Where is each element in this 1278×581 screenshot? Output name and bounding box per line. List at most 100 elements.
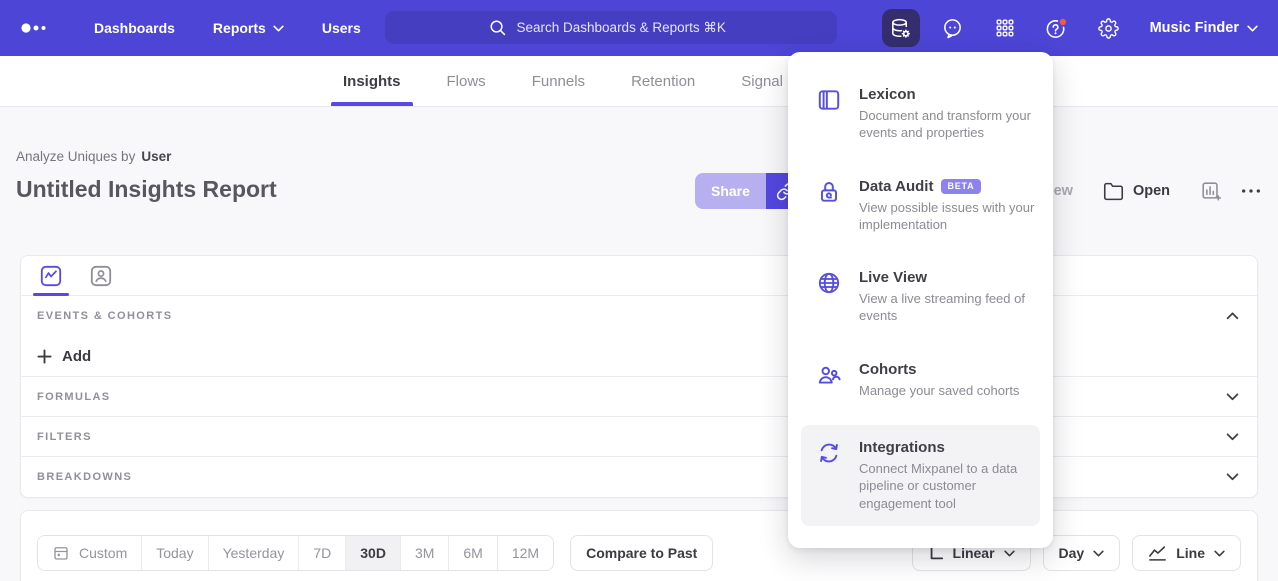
data-management-popover: Lexicon Document and transform your even… [788,52,1053,548]
popover-item-cohorts[interactable]: Cohorts Manage your saved cohorts [788,351,1053,409]
header-icon-group [1200,180,1262,202]
popover-item-title: Data Audit [859,178,933,195]
open-label: Open [1133,183,1170,199]
top-navbar: Dashboards Reports Users [0,0,1278,56]
popover-item-title: Cohorts [859,361,917,378]
range-30d[interactable]: 30D [345,536,400,570]
nav-links: Dashboards Reports Users [94,20,361,36]
section-formulas[interactable]: FORMULAS [21,377,1257,417]
popover-item-description: View possible issues with your implement… [859,199,1039,234]
help-button[interactable] [1038,9,1076,47]
range-label: Custom [79,545,127,561]
chart-view-icon [39,264,63,288]
navbar-actions: Music Finder [882,0,1258,56]
report-actions: New Open [1043,173,1262,209]
range-today[interactable]: Today [141,536,207,570]
section-label: BREAKDOWNS [37,471,132,483]
integrations-icon [816,439,842,466]
events-view-tab[interactable] [37,263,65,289]
subtitle-prefix: Analyze Uniques by [16,149,135,164]
share-button[interactable]: Share [695,173,766,209]
chevron-down-icon [1093,550,1104,557]
line-chart-icon [1148,545,1167,562]
data-audit-icon [816,178,842,205]
nav-link-users[interactable]: Users [322,20,361,36]
popover-item-description: View a live streaming feed of events [859,290,1039,325]
section-label: FILTERS [37,431,92,443]
chevron-down-icon [1226,433,1239,441]
add-label: Add [62,348,91,365]
nav-link-dashboards[interactable]: Dashboards [94,20,175,36]
tab-retention[interactable]: Retention [631,56,695,106]
range-custom[interactable]: Custom [38,536,141,570]
popover-item-integrations[interactable]: Integrations Connect Mixpanel to a data … [801,425,1040,526]
range-12m[interactable]: 12M [497,536,553,570]
users-view-tab[interactable] [87,263,115,289]
search-input[interactable] [517,20,735,35]
tab-insights[interactable]: Insights [343,56,401,106]
popover-item-data-audit[interactable]: Data Audit BETA View possible issues with… [788,168,1053,244]
popover-item-text: Integrations Connect Mixpanel to a data … [859,439,1026,512]
lexicon-icon [816,86,842,113]
feedback-button[interactable] [934,9,972,47]
range-7d[interactable]: 7D [298,536,345,570]
nav-link-label: Users [322,20,361,36]
section-label: EVENTS & COHORTS [37,310,172,322]
range-6m[interactable]: 6M [448,536,496,570]
range-yesterday[interactable]: Yesterday [208,536,299,570]
tab-funnels[interactable]: Funnels [532,56,585,106]
nav-link-reports[interactable]: Reports [213,20,284,36]
popover-item-text: Cohorts Manage your saved cohorts [859,361,1019,399]
settings-button[interactable] [1090,9,1128,47]
popover-item-text: Data Audit BETA View possible issues with… [859,178,1039,234]
popover-item-text: Live View View a live streaming feed of … [859,269,1039,325]
section-breakdowns[interactable]: BREAKDOWNS [21,457,1257,497]
global-search[interactable] [385,11,837,44]
add-event-button[interactable]: Add [37,348,91,365]
apps-grid-button[interactable] [986,9,1024,47]
report-subtitle: Analyze Uniques by User [16,149,171,164]
more-options-icon[interactable] [1240,187,1262,195]
chart-type-dropdown[interactable]: Line [1132,535,1241,571]
folder-icon [1103,181,1124,202]
nav-link-label: Reports [213,20,266,36]
popover-item-live-view[interactable]: Live View View a live streaming feed of … [788,259,1053,335]
date-range-bar: Custom Today Yesterday 7D 30D 3M 6M 12M … [20,510,1258,581]
interval-dropdown[interactable]: Day [1043,535,1121,571]
apps-grid-icon [994,17,1016,39]
data-management-button[interactable] [882,9,920,47]
chevron-down-icon [1004,550,1015,557]
chart-type-label: Line [1176,545,1205,561]
workspace-switcher[interactable]: Music Finder [1150,20,1258,36]
section-events-cohorts[interactable]: EVENTS & COHORTS [21,296,1257,336]
calendar-icon [52,544,70,562]
popover-item-description: Manage your saved cohorts [859,382,1019,399]
open-report-button[interactable]: Open [1103,181,1170,202]
chevron-down-icon [1214,550,1225,557]
tab-signal[interactable]: Signal [741,56,783,106]
chevron-down-icon [273,25,284,32]
popover-item-title: Integrations [859,439,945,456]
beta-badge: BETA [941,179,980,194]
nav-link-label: Dashboards [94,20,175,36]
tab-flows[interactable]: Flows [447,56,486,106]
section-label: FORMULAS [37,391,111,403]
range-3m[interactable]: 3M [400,536,448,570]
data-management-icon [889,17,912,40]
mixpanel-logo-icon[interactable] [20,20,52,36]
user-view-icon [89,264,113,288]
report-title[interactable]: Untitled Insights Report [16,176,277,203]
section-filters[interactable]: FILTERS [21,417,1257,457]
subtitle-entity[interactable]: User [141,149,171,164]
settings-icon [1098,18,1119,39]
popover-item-title: Live View [859,269,927,286]
live-view-icon [816,269,842,296]
popover-item-text: Lexicon Document and transform your even… [859,86,1039,142]
search-icon [488,18,507,37]
chevron-down-icon [1247,25,1258,32]
add-to-dashboard-icon[interactable] [1200,180,1222,202]
date-range-segmented-control: Custom Today Yesterday 7D 30D 3M 6M 12M [37,535,554,571]
popover-item-title: Lexicon [859,86,916,103]
compare-to-past-button[interactable]: Compare to Past [570,535,713,571]
popover-item-lexicon[interactable]: Lexicon Document and transform your even… [788,76,1053,152]
